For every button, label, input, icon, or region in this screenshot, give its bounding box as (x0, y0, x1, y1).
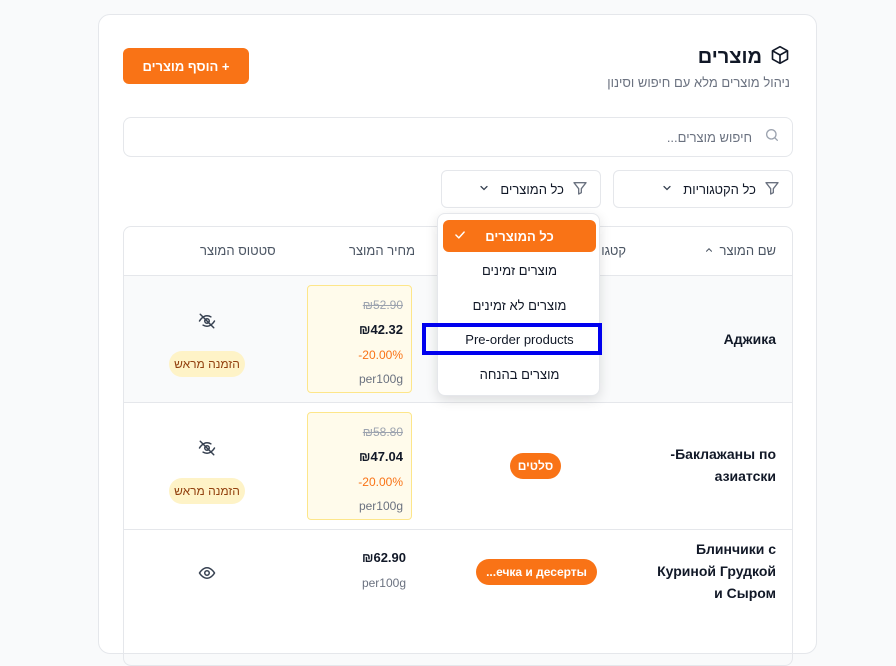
discount: -20.00% (358, 348, 403, 362)
check-icon (453, 228, 467, 245)
column-header-name[interactable]: שם המוצר (704, 243, 776, 258)
price-box: ₪58.80 ₪47.04 -20.00% per100g (307, 412, 412, 520)
product-name: Баклажаны по- азиатски (670, 446, 776, 484)
box-icon (770, 45, 790, 70)
old-price: ₪58.80 (362, 425, 403, 439)
dropdown-option-discounted[interactable]: מוצרים בהנחה (443, 358, 596, 390)
current-price: ₪47.04 (358, 449, 403, 464)
price-box: ₪52.90 ₪42.32 -20.00% per100g (307, 285, 412, 393)
chevron-down-icon (661, 182, 673, 197)
discount: -20.00% (358, 475, 403, 489)
dropdown-option-unavailable[interactable]: מוצרים לא זמינים (443, 289, 596, 321)
page-header: מוצרים (698, 45, 790, 70)
eye-off-icon[interactable] (198, 312, 216, 335)
search-icon (764, 127, 780, 148)
filter-icon (764, 180, 780, 199)
chevron-up-icon (704, 243, 714, 258)
page-subtitle: ניהול מוצרים מלא עם חיפוש וסינון (607, 75, 790, 90)
add-product-button[interactable]: + הוסף מוצרים (123, 48, 249, 84)
table-row[interactable]: Блинчики с Куриной Грудкой и Сыром ...еч… (124, 530, 792, 665)
unit: per100g (361, 576, 406, 590)
old-price: ₪52.90 (362, 298, 403, 312)
chevron-down-icon (478, 182, 490, 197)
status-badge: הזמנה מראש (169, 478, 245, 504)
column-header-category[interactable]: קטגו (601, 243, 626, 258)
column-header-status[interactable]: סטטוס המוצר (200, 243, 276, 258)
category-filter-value: כל הקטגוריות (683, 181, 756, 197)
status-filter-dropdown: כל המוצרים מוצרים זמינים מוצרים לא זמיני… (437, 213, 600, 396)
status-filter-value: כל המוצרים (500, 181, 564, 197)
unit: per100g (358, 499, 403, 513)
category-badge: סלטים (510, 453, 561, 479)
category-badge: ...ечка и десерты (476, 559, 597, 585)
unit: per100g (358, 372, 403, 386)
eye-off-icon[interactable] (198, 439, 216, 462)
status-filter-select[interactable]: כל המוצרים (441, 170, 601, 208)
table-row[interactable]: Баклажаны по- азиатски סלטים ₪58.80 ₪47.… (124, 403, 792, 530)
highlight-box (422, 323, 602, 355)
category-filter-select[interactable]: כל הקטגוריות (613, 170, 793, 208)
current-price: ₪62.90 (361, 550, 406, 565)
product-name: Аджика (723, 331, 776, 347)
search-input[interactable] (150, 128, 754, 146)
eye-icon[interactable] (198, 564, 216, 587)
search-bar (123, 117, 793, 157)
product-name: Блинчики с Куриной Грудкой и Сыром (657, 541, 776, 601)
page-title: מוצרים (697, 46, 762, 68)
filter-icon (572, 180, 588, 199)
status-badge: הזמנה מראש (169, 351, 245, 377)
dropdown-option-all-products[interactable]: כל המוצרים (443, 220, 596, 252)
column-header-price[interactable]: מחיר המוצר (349, 243, 415, 258)
dropdown-option-available[interactable]: מוצרים זמינים (443, 254, 596, 286)
current-price: ₪42.32 (358, 322, 403, 337)
